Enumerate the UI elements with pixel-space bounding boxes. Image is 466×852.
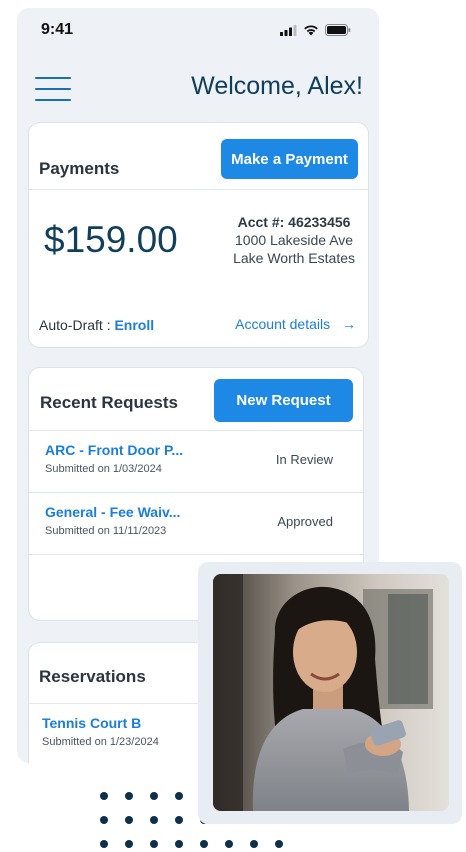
payments-title: Payments [39,159,120,178]
recent-requests-title: Recent Requests [40,393,178,412]
status-bar: 9:41 [17,8,379,52]
woman-with-phone-photo [213,574,449,811]
status-time: 9:41 [41,21,74,38]
welcome-heading: Welcome, Alex! [191,72,363,100]
new-request-button[interactable]: New Request [214,379,353,422]
payments-divider [29,189,368,190]
request-status: Approved [277,514,333,529]
request-status: In Review [275,452,333,467]
request-title: General - Fee Waiv... [45,504,181,520]
reservations-title: Reservations [39,667,146,686]
make-payment-button[interactable]: Make a Payment [221,139,358,179]
wifi-icon [304,25,318,36]
reservation-date: Submitted on 1/23/2024 [42,736,159,748]
balance-amount: $159.00 [44,219,178,260]
menu-icon[interactable] [35,74,71,102]
reservation-title: Tennis Court B [42,715,142,731]
autodraft-label: Auto-Draft : [39,317,115,333]
battery-icon [325,24,351,36]
account-info: Acct #: 46233456 1000 Lakeside Ave Lake … [233,213,355,267]
account-details-label: Account details [235,316,331,332]
account-details-link[interactable]: Account details → [235,316,356,332]
request-row[interactable]: General - Fee Waiv... Submitted on 11/11… [29,492,363,554]
arrow-right-icon: → [342,316,356,332]
top-bar: Welcome, Alex! [17,68,379,108]
autodraft-row: Auto-Draft : Enroll [39,317,154,333]
account-number: Acct #: 46233456 [237,214,351,230]
request-row[interactable]: ARC - Front Door P... Submitted on 1/03/… [29,430,363,492]
request-date: Submitted on 1/03/2024 [45,463,162,475]
request-title: ARC - Front Door P... [45,442,184,458]
address-line-2: Lake Worth Estates [233,250,355,266]
request-date: Submitted on 11/11/2023 [45,525,167,537]
requests-row-divider [29,554,363,555]
payments-card: Payments Make a Payment $159.00 Acct #: … [28,122,369,348]
status-icons [280,24,351,36]
photo-illustration [213,574,449,811]
address-line-1: 1000 Lakeside Ave [235,232,354,248]
signal-icon [280,24,297,36]
enroll-link[interactable]: Enroll [114,317,154,333]
photo-card [198,562,462,824]
